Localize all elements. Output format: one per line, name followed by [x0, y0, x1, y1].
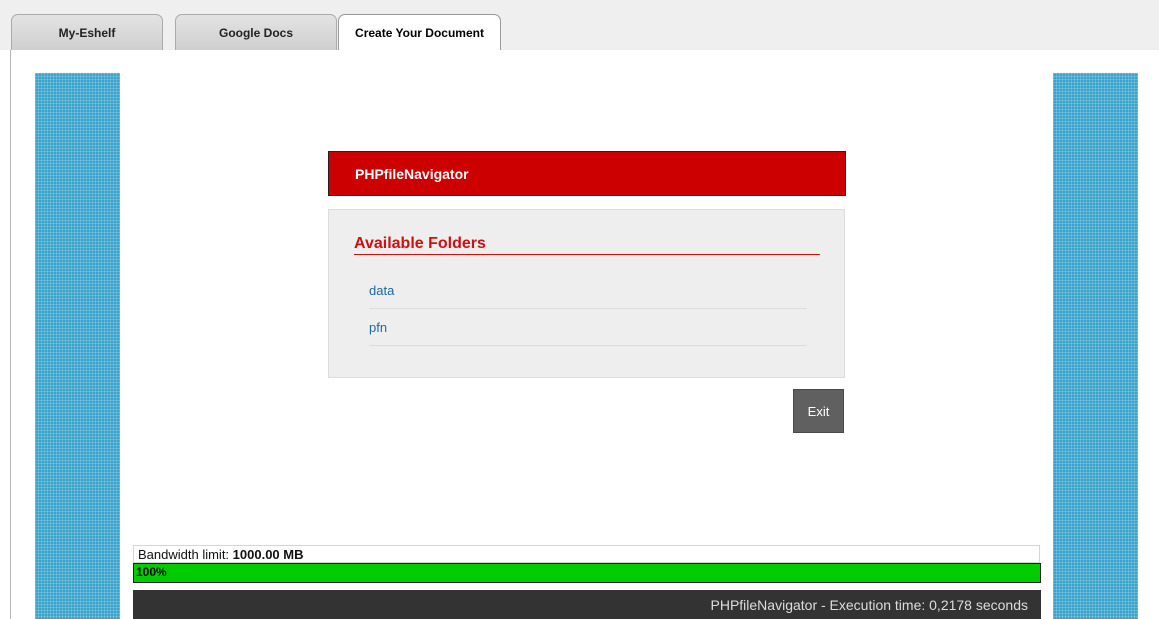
left-side-panel: [35, 73, 120, 619]
bandwidth-label: Bandwidth limit:: [138, 547, 230, 562]
app-header: PHPfileNavigator: [328, 151, 846, 196]
available-folders-panel: Available Folders data pfn: [328, 209, 845, 378]
folder-link-data[interactable]: data: [369, 272, 807, 309]
folder-label[interactable]: data: [369, 283, 394, 298]
exit-label: Exit: [807, 403, 830, 419]
bandwidth-progress-bar: 100%: [133, 563, 1041, 583]
tab-label: Google Docs: [218, 25, 293, 40]
bandwidth-value: 1000.00 MB: [232, 547, 304, 562]
tab-bar: My-Eshelf Google Docs Create Your Docume…: [0, 0, 1159, 51]
folder-label[interactable]: pfn: [369, 320, 387, 335]
right-side-panel: [1053, 73, 1138, 619]
tab-my-eshelf[interactable]: My-Eshelf: [11, 14, 163, 50]
bandwidth-limit: Bandwidth limit: 1000.00 MB: [133, 545, 1040, 563]
folders-heading: Available Folders: [354, 235, 820, 255]
tab-label: My-Eshelf: [58, 25, 116, 40]
tab-label: Create Your Document: [355, 26, 484, 40]
tab-google-docs[interactable]: Google Docs: [175, 14, 337, 50]
folder-link-pfn[interactable]: pfn: [369, 309, 807, 346]
app-title: PHPfileNavigator: [355, 165, 469, 182]
footer-text: PHPfileNavigator - Execution time: 0,217…: [710, 596, 1029, 613]
exit-button[interactable]: Exit: [793, 389, 844, 433]
footer-bar: PHPfileNavigator - Execution time: 0,217…: [133, 590, 1041, 619]
progress-percent: 100%: [136, 565, 167, 579]
tab-create-your-document[interactable]: Create Your Document: [338, 14, 501, 51]
progress-fill: [134, 564, 1040, 582]
